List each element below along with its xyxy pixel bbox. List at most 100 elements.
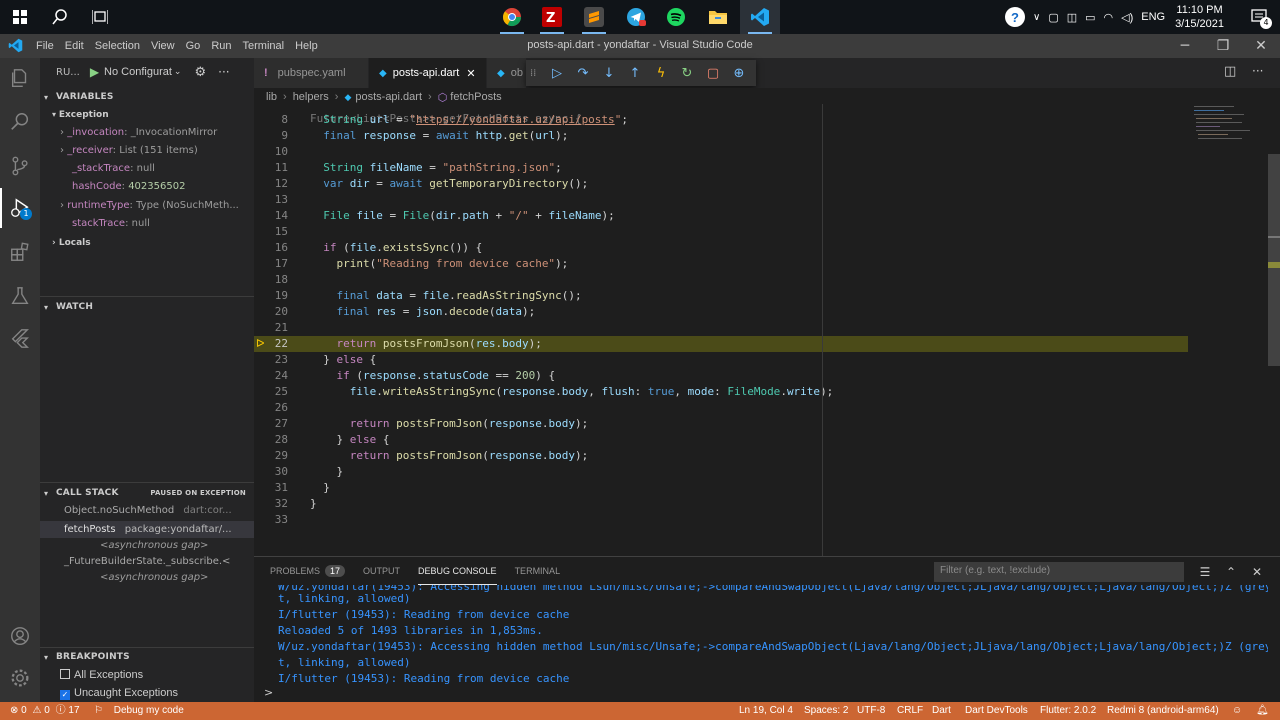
minimize-button[interactable]: ─ — [1166, 34, 1204, 58]
minimap[interactable] — [1188, 104, 1268, 556]
search-view-icon[interactable] — [0, 102, 40, 142]
help-icon[interactable]: ? — [1005, 7, 1025, 27]
task-view-icon[interactable] — [80, 0, 120, 34]
line-number[interactable]: 9 — [254, 128, 288, 144]
locals-scope[interactable]: › Locals — [40, 234, 254, 252]
step-over-button[interactable]: ↷ — [570, 60, 596, 86]
vscode-icon[interactable] — [740, 0, 780, 34]
chevron-up-icon[interactable]: ∨ — [1033, 12, 1040, 23]
close-window-button[interactable]: ✕ — [1242, 34, 1280, 58]
chevron-down-icon[interactable]: ⌄ — [174, 67, 182, 77]
line-number[interactable]: 32 — [254, 496, 288, 512]
devtools-button[interactable]: ⊕ — [726, 60, 752, 86]
split-editor-icon[interactable]: ◫ — [1224, 64, 1236, 79]
line-number[interactable]: 18 — [254, 272, 288, 288]
line-number[interactable]: 24 — [254, 368, 288, 384]
telegram-icon[interactable] — [616, 0, 656, 34]
debug-config-select[interactable]: No Configurat — [104, 66, 172, 78]
variable-row[interactable]: stackTrace: null — [40, 215, 254, 233]
variable-row[interactable]: › runtimeType: Type (NoSuchMeth... — [40, 197, 254, 215]
hot-restart-button[interactable]: ↻ — [674, 60, 700, 86]
clear-console-icon[interactable]: ☰ — [1194, 562, 1216, 582]
problems-status[interactable]: ⊗ 0 ⚠ 0 ⓘ 17 — [10, 702, 80, 720]
line-number[interactable]: 23 — [254, 352, 288, 368]
stack-frame[interactable]: Object.noSuchMethod dart:cor... — [40, 502, 254, 519]
tab-ob[interactable]: ◆ ob — [487, 58, 527, 88]
notification-center-icon[interactable]: 4 — [1240, 0, 1280, 34]
search-icon[interactable] — [40, 0, 80, 34]
filezilla-icon[interactable]: Z — [532, 0, 572, 34]
notifications-bell-icon[interactable]: 🔔︎ — [1256, 702, 1269, 720]
windows-start-icon[interactable] — [0, 0, 40, 34]
sublime-text-icon[interactable] — [574, 0, 614, 34]
testing-icon[interactable] — [0, 276, 40, 316]
console-filter-input[interactable]: Filter (e.g. text, !exclude) — [934, 562, 1184, 582]
wifi-icon[interactable]: ◠ — [1104, 11, 1114, 24]
line-number[interactable]: 30 — [254, 464, 288, 480]
stack-frame[interactable]: fetchPosts package:yondaftar/... — [40, 521, 254, 538]
line-number[interactable]: 25 — [254, 384, 288, 400]
line-number[interactable]: 27 — [254, 416, 288, 432]
feedback-icon[interactable]: ☺ — [1232, 702, 1242, 720]
console-prompt[interactable]: > — [264, 686, 273, 699]
tab-terminal[interactable]: TERMINAL — [515, 557, 561, 585]
file-explorer-icon[interactable] — [698, 0, 738, 34]
breakpoints-section-header[interactable]: ▾ BREAKPOINTS — [40, 647, 254, 667]
line-number[interactable]: 26 — [254, 400, 288, 416]
indentation[interactable]: Spaces: 2 — [804, 702, 848, 720]
variable-row[interactable]: hashCode: 402356502 — [40, 178, 254, 196]
close-panel-icon[interactable]: ✕ — [1246, 562, 1268, 582]
hot-reload-button[interactable]: ϟ — [648, 60, 674, 86]
explorer-icon[interactable] — [0, 58, 40, 98]
line-number[interactable]: 16 — [254, 240, 288, 256]
close-tab-icon[interactable]: ✕ — [466, 67, 475, 80]
line-number[interactable]: 14 — [254, 208, 288, 224]
breadcrumb-symbol[interactable]: fetchPosts — [450, 91, 501, 103]
device-selector[interactable]: Redmi 8 (android-arm64) — [1107, 702, 1219, 720]
checkbox-unchecked[interactable] — [60, 669, 70, 679]
line-number[interactable]: 13 — [254, 192, 288, 208]
continue-button[interactable]: ▷ — [544, 60, 570, 86]
line-number[interactable]: 29 — [254, 448, 288, 464]
more-actions-icon[interactable]: ··· — [1252, 64, 1263, 78]
breadcrumb-file[interactable]: posts-api.dart — [355, 91, 422, 103]
step-into-button[interactable]: ↓ — [596, 60, 622, 86]
system-clock[interactable]: 11:10 PM 3/15/2021 — [1175, 3, 1224, 31]
tab-debug-console[interactable]: DEBUG CONSOLE — [418, 557, 497, 585]
dart-devtools[interactable]: Dart DevTools — [965, 702, 1028, 720]
extensions-icon[interactable] — [0, 232, 40, 272]
tab-problems[interactable]: PROBLEMS 17 — [270, 557, 346, 585]
stack-frame[interactable]: _FutureBuilderState._subscribe.< — [40, 553, 254, 570]
tab-output[interactable]: OUTPUT — [363, 557, 400, 585]
breakpoint-item[interactable]: All Exceptions — [40, 666, 254, 684]
volume-icon[interactable]: ◁) — [1121, 11, 1133, 24]
tab-posts-api-dart[interactable]: ◆ posts-api.dart ✕ — [369, 58, 487, 88]
maximize-panel-icon[interactable]: ⌃ — [1220, 562, 1242, 582]
encoding[interactable]: UTF-8 — [857, 702, 885, 720]
step-out-button[interactable]: ↑ — [622, 60, 648, 86]
line-number[interactable]: 31 — [254, 480, 288, 496]
source-control-icon[interactable] — [0, 146, 40, 186]
stop-button[interactable]: ▢ — [700, 60, 726, 86]
start-debugging-button[interactable]: ▶ — [90, 65, 99, 79]
flutter-version[interactable]: Flutter: 2.0.2 — [1040, 702, 1096, 720]
battery-icon[interactable]: ▭ — [1085, 11, 1095, 24]
run-debug-icon[interactable]: 1 — [0, 188, 40, 228]
language-mode[interactable]: Dart — [932, 702, 951, 720]
scrollbar[interactable] — [1268, 154, 1280, 366]
tab-pubspec-yaml[interactable]: ! pubspec.yaml — [254, 58, 369, 88]
debug-console-output[interactable]: W/uz.yondaftar(19453): Accessing hidden … — [254, 585, 1280, 685]
breadcrumb-helpers[interactable]: helpers — [293, 91, 329, 103]
maximize-button[interactable]: ❐ — [1204, 34, 1242, 58]
line-number[interactable]: 11 — [254, 160, 288, 176]
variables-section-header[interactable]: ▾ VARIABLES — [40, 87, 254, 107]
drag-handle[interactable]: ⁞⁞ — [530, 68, 544, 79]
line-ending[interactable]: CRLF — [897, 702, 923, 720]
checkbox-checked[interactable]: ✓ — [60, 690, 70, 700]
line-number[interactable]: 19 — [254, 288, 288, 304]
line-number[interactable]: 28 — [254, 432, 288, 448]
cursor-position[interactable]: Ln 19, Col 4 — [739, 702, 793, 720]
watch-section-header[interactable]: ▾ WATCH — [40, 297, 254, 317]
variable-row[interactable]: › _invocation: _InvocationMirror — [40, 124, 254, 142]
more-actions-icon[interactable]: ··· — [218, 65, 229, 79]
